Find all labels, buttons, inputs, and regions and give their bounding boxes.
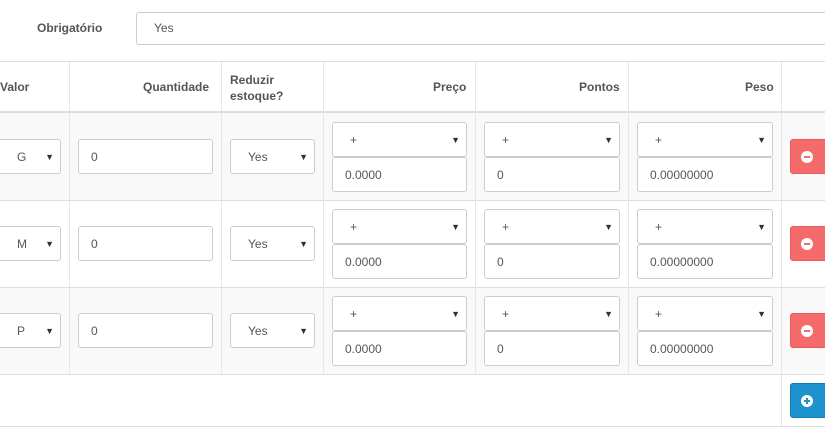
pontos-prefix-value: + bbox=[502, 219, 510, 234]
table-top-border bbox=[0, 61, 825, 62]
peso-prefix-value: + bbox=[655, 219, 663, 234]
minus-circle-icon bbox=[801, 324, 813, 337]
plus-circle-icon bbox=[801, 394, 813, 407]
col-divider bbox=[781, 62, 782, 426]
quantidade-input[interactable]: 0 bbox=[78, 313, 213, 348]
valor-select[interactable]: P ▼ bbox=[0, 313, 61, 348]
header-quantidade: Quantidade bbox=[143, 80, 210, 94]
header-reduzir-estoque: Reduzir estoque? bbox=[230, 72, 283, 104]
reduzir-select-value: Yes bbox=[248, 149, 268, 164]
chevron-down-icon: ▼ bbox=[604, 134, 613, 145]
header-preco: Preço bbox=[433, 80, 467, 94]
pontos-input[interactable]: 0 bbox=[484, 331, 620, 366]
row-divider bbox=[0, 287, 825, 288]
valor-select-value: M bbox=[17, 236, 27, 251]
pontos-prefix-select[interactable]: + ▼ bbox=[484, 296, 620, 331]
chevron-down-icon: ▼ bbox=[757, 221, 766, 232]
reduzir-select-value: Yes bbox=[248, 323, 268, 338]
quantidade-input[interactable]: 0 bbox=[78, 139, 213, 174]
required-select[interactable]: Yes bbox=[136, 12, 825, 45]
header-pontos: Pontos bbox=[579, 80, 620, 94]
chevron-down-icon: ▼ bbox=[757, 308, 766, 319]
chevron-down-icon: ▼ bbox=[451, 134, 460, 145]
valor-select-value: G bbox=[17, 149, 27, 164]
col-divider bbox=[221, 62, 222, 374]
chevron-down-icon: ▼ bbox=[757, 134, 766, 145]
pontos-prefix-select[interactable]: + ▼ bbox=[484, 122, 620, 157]
valor-select[interactable]: G ▼ bbox=[0, 139, 61, 174]
row-divider bbox=[0, 374, 825, 375]
peso-prefix-select[interactable]: + ▼ bbox=[637, 296, 773, 331]
preco-prefix-value: + bbox=[350, 219, 358, 234]
minus-circle-icon bbox=[801, 237, 813, 250]
chevron-down-icon: ▼ bbox=[45, 238, 54, 249]
required-label: Obrigatório bbox=[37, 21, 103, 35]
preco-input[interactable]: 0.0000 bbox=[332, 331, 467, 366]
peso-prefix-value: + bbox=[655, 306, 663, 321]
peso-prefix-select[interactable]: + ▼ bbox=[637, 209, 773, 244]
chevron-down-icon: ▼ bbox=[299, 238, 308, 249]
remove-row-button[interactable] bbox=[790, 226, 825, 261]
add-row-button[interactable] bbox=[790, 383, 825, 418]
preco-prefix-select[interactable]: + ▼ bbox=[332, 209, 467, 244]
peso-input[interactable]: 0.00000000 bbox=[637, 331, 773, 366]
pontos-input[interactable]: 0 bbox=[484, 157, 620, 192]
col-divider bbox=[475, 62, 476, 374]
header-valor: Valor bbox=[0, 80, 30, 94]
header-reduzir-line1: Reduzir bbox=[230, 73, 275, 87]
reduzir-estoque-select[interactable]: Yes ▼ bbox=[230, 313, 315, 348]
pontos-prefix-select[interactable]: + ▼ bbox=[484, 209, 620, 244]
row-divider bbox=[0, 200, 825, 201]
remove-row-button[interactable] bbox=[790, 139, 825, 174]
table-bottom-border bbox=[0, 426, 825, 427]
preco-input[interactable]: 0.0000 bbox=[332, 244, 467, 279]
peso-input[interactable]: 0.00000000 bbox=[637, 244, 773, 279]
preco-prefix-select[interactable]: + ▼ bbox=[332, 296, 467, 331]
chevron-down-icon: ▼ bbox=[299, 151, 308, 162]
col-divider bbox=[69, 62, 70, 374]
header-reduzir-line2: estoque? bbox=[230, 89, 284, 103]
chevron-down-icon: ▼ bbox=[451, 221, 460, 232]
chevron-down-icon: ▼ bbox=[604, 308, 613, 319]
valor-select[interactable]: M ▼ bbox=[0, 226, 61, 261]
chevron-down-icon: ▼ bbox=[45, 325, 54, 336]
peso-prefix-value: + bbox=[655, 132, 663, 147]
peso-prefix-select[interactable]: + ▼ bbox=[637, 122, 773, 157]
chevron-down-icon: ▼ bbox=[45, 151, 54, 162]
chevron-down-icon: ▼ bbox=[604, 221, 613, 232]
minus-circle-icon bbox=[801, 150, 813, 163]
chevron-down-icon: ▼ bbox=[299, 325, 308, 336]
chevron-down-icon: ▼ bbox=[451, 308, 460, 319]
valor-select-value: P bbox=[17, 323, 26, 338]
reduzir-estoque-select[interactable]: Yes ▼ bbox=[230, 139, 315, 174]
reduzir-estoque-select[interactable]: Yes ▼ bbox=[230, 226, 315, 261]
preco-input[interactable]: 0.0000 bbox=[332, 157, 467, 192]
preco-prefix-select[interactable]: + ▼ bbox=[332, 122, 467, 157]
peso-input[interactable]: 0.00000000 bbox=[637, 157, 773, 192]
reduzir-select-value: Yes bbox=[248, 236, 268, 251]
header-peso: Peso bbox=[745, 80, 774, 94]
remove-row-button[interactable] bbox=[790, 313, 825, 348]
preco-prefix-value: + bbox=[350, 132, 358, 147]
col-divider bbox=[323, 62, 324, 374]
preco-prefix-value: + bbox=[350, 306, 358, 321]
pontos-prefix-value: + bbox=[502, 306, 510, 321]
quantidade-input[interactable]: 0 bbox=[78, 226, 213, 261]
pontos-input[interactable]: 0 bbox=[484, 244, 620, 279]
pontos-prefix-value: + bbox=[502, 132, 510, 147]
col-divider bbox=[628, 62, 629, 374]
